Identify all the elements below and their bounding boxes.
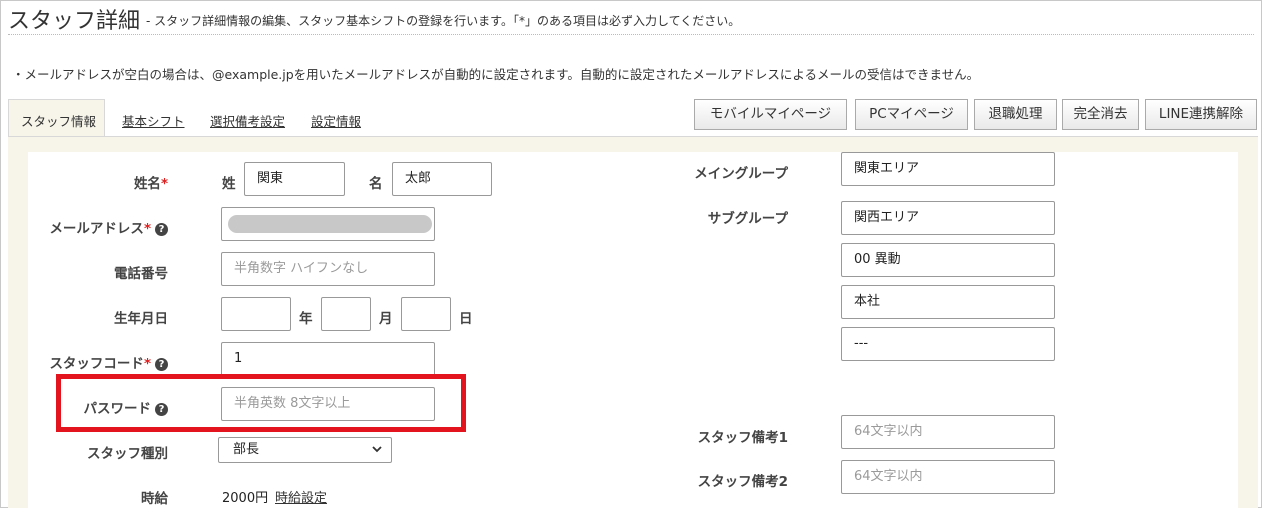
birth-month-input[interactable] xyxy=(321,297,371,331)
staff-note2-label: スタッフ備考2 xyxy=(697,474,788,490)
help-icon[interactable]: ? xyxy=(155,358,168,371)
staff-note1-label: スタッフ備考1 xyxy=(697,430,788,446)
password-highlight-box xyxy=(56,374,466,432)
staff-type-label: スタッフ種別 xyxy=(87,446,168,462)
first-name-label: 名 xyxy=(369,176,383,192)
sub-group-input-3[interactable]: 本社 xyxy=(841,285,1055,319)
pc-mypage-button[interactable]: PCマイページ xyxy=(855,99,968,130)
email-notice: ・メールアドレスが空白の場合は、@example.jpを用いたメールアドレスが自… xyxy=(12,67,980,82)
wage-label: 時給 xyxy=(141,491,168,507)
main-group-label: メイングループ xyxy=(694,166,788,182)
sub-group-input-1[interactable]: 関西エリア xyxy=(841,201,1055,235)
required-mark: * xyxy=(143,221,151,237)
title-divider xyxy=(8,34,1254,35)
phone-input[interactable]: 半角数字 ハイフンなし xyxy=(221,252,435,286)
required-mark: * xyxy=(143,356,151,372)
staff-code-input[interactable]: 1 xyxy=(221,342,435,376)
year-label: 年 xyxy=(299,311,313,327)
wage-settings-link[interactable]: 時給設定 xyxy=(275,487,327,506)
day-label: 日 xyxy=(459,311,473,327)
email-label: メールアドレス*? xyxy=(20,217,168,237)
staff-type-value: 部長 xyxy=(233,442,260,457)
last-name-input[interactable]: 関東 xyxy=(244,162,345,196)
wage-value: 2000円 xyxy=(222,491,269,506)
tab-staff-info[interactable]: スタッフ情報 xyxy=(8,99,105,137)
name-label: 姓名* xyxy=(133,176,168,192)
main-group-input[interactable]: 関東エリア xyxy=(841,152,1055,186)
last-name-label: 姓 xyxy=(222,176,236,192)
birth-day-input[interactable] xyxy=(401,297,451,331)
sub-group-input-4[interactable]: --- xyxy=(841,327,1055,361)
sub-group-input-2[interactable]: 00 異動 xyxy=(841,243,1055,277)
line-unlink-button[interactable]: LINE連携解除 xyxy=(1145,99,1257,130)
tab-settings-info[interactable]: 設定情報 xyxy=(311,111,361,130)
email-input[interactable] xyxy=(221,207,435,241)
staff-type-select[interactable]: 部長 xyxy=(218,437,392,463)
mobile-mypage-button[interactable]: モバイルマイページ xyxy=(694,99,847,130)
tab-basic-shift[interactable]: 基本シフト xyxy=(122,111,185,130)
first-name-input[interactable]: 太郎 xyxy=(392,162,492,196)
page-subtitle: - スタッフ詳細情報の編集、スタッフ基本シフトの登録を行います。「*」のある項目… xyxy=(146,14,741,28)
tab-select-remarks[interactable]: 選択備考設定 xyxy=(210,111,285,130)
chevron-down-icon xyxy=(372,446,382,453)
sub-group-label: サブグループ xyxy=(707,211,788,227)
form-area xyxy=(28,152,1238,508)
required-mark: * xyxy=(160,176,168,192)
tab-staff-info-label: スタッフ情報 xyxy=(21,114,97,129)
birth-year-input[interactable] xyxy=(221,297,291,331)
help-icon[interactable]: ? xyxy=(155,223,168,236)
month-label: 月 xyxy=(379,311,393,327)
retire-button[interactable]: 退職処理 xyxy=(974,99,1057,130)
staff-note2-input[interactable]: 64文字以内 xyxy=(841,460,1055,494)
staff-code-label: スタッフコード*? xyxy=(20,352,168,372)
birthday-label: 生年月日 xyxy=(114,311,168,327)
delete-button[interactable]: 完全消去 xyxy=(1062,99,1139,130)
redacted-email xyxy=(228,215,432,233)
phone-label: 電話番号 xyxy=(114,266,168,282)
page-title: スタッフ詳細 xyxy=(8,9,141,34)
staff-note1-input[interactable]: 64文字以内 xyxy=(841,415,1055,449)
